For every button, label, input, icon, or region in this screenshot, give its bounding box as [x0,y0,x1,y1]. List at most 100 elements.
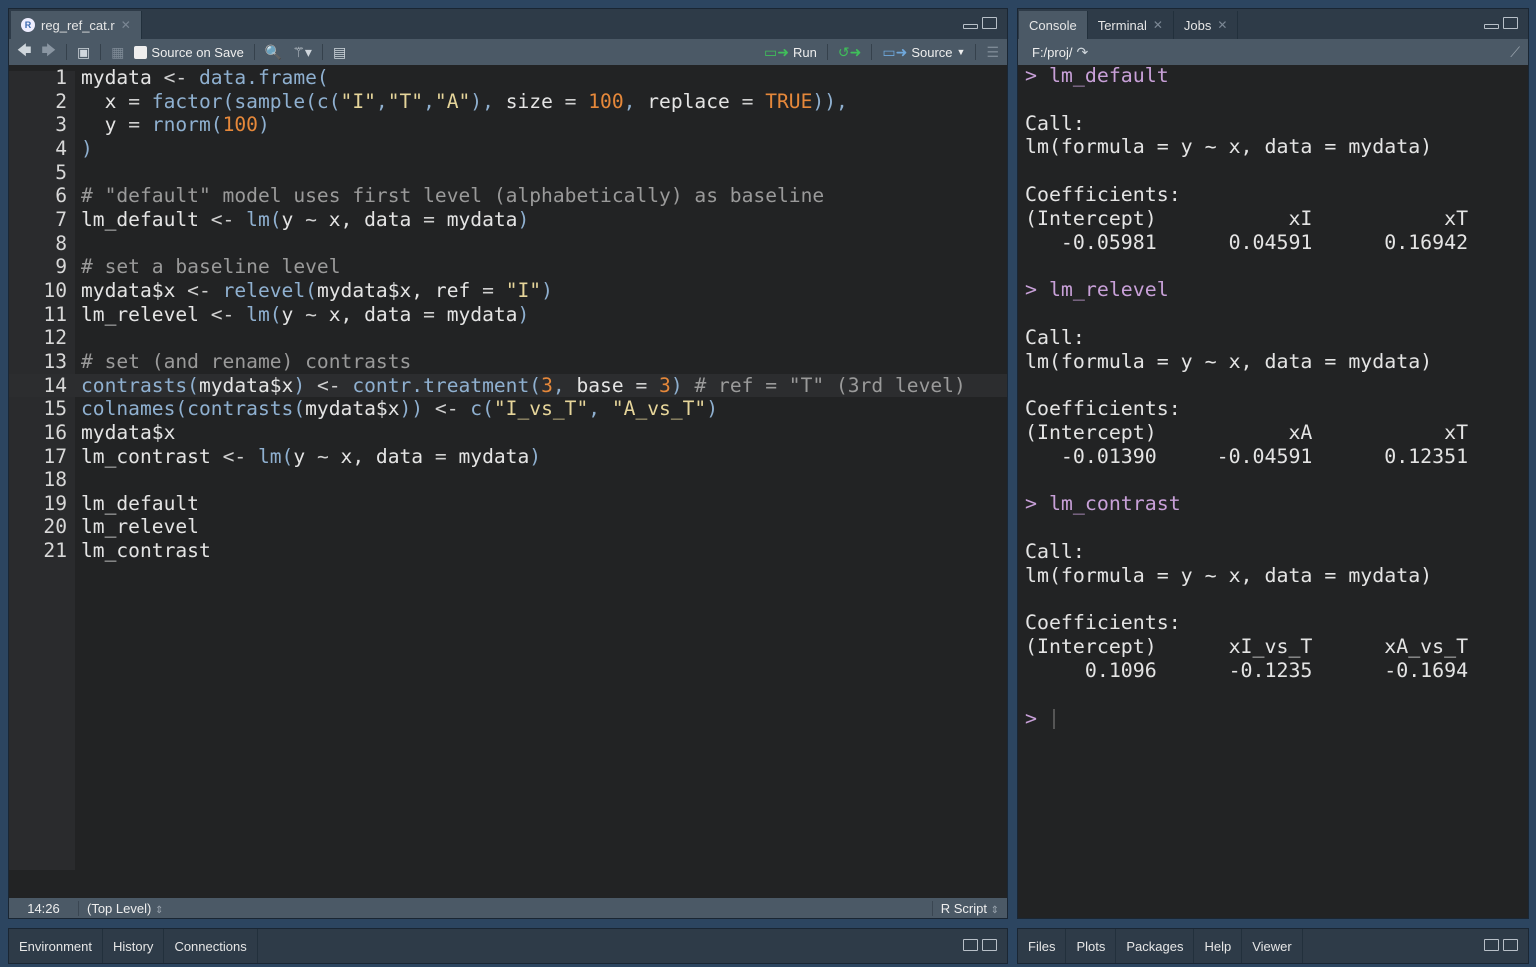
line-number: 8 [55,231,67,255]
show-in-window-icon[interactable]: ▣ [77,44,90,61]
code-token: rnorm( [151,113,223,137]
line-text: lm_default [67,492,199,516]
code-token: "T" [387,89,424,113]
code-token: y [281,302,306,326]
line-text: contrasts(mydata$x) <- contr.treatment(3… [67,374,966,398]
tab-plots[interactable]: Plots [1066,929,1117,963]
code-token: mydata [81,66,164,89]
source-on-save-checkbox[interactable]: Source on Save [134,45,244,60]
code-token: x, data [328,302,424,326]
console-output-line: (Intercept) xI_vs_T xA_vs_T [1025,635,1493,659]
search-icon[interactable]: 🔍 [265,44,282,61]
restore-icon[interactable] [1484,939,1499,951]
maximize-icon[interactable] [1503,939,1518,951]
tab-environment[interactable]: Environment [9,929,103,963]
r-file-icon: R [21,18,35,32]
console-output-line: Coefficients: [1025,397,1181,421]
filetype-selector[interactable]: R Script ⇕ [931,900,1007,916]
tab-viewer[interactable]: Viewer [1242,929,1303,963]
forward-arrow-icon[interactable]: 🡆 [41,40,55,64]
console-toolbar: F:/proj/ ↷ ⟋ [1018,39,1528,65]
close-tab-icon[interactable]: ✕ [1153,18,1163,32]
code-token: lm_relevel [81,302,211,326]
tab-label: Environment [19,938,92,954]
code-token: )) [399,397,435,421]
maximize-icon[interactable] [982,17,997,29]
code-token: lm( [246,207,282,231]
line-number: 12 [43,326,67,350]
console-command: > lm_default [1025,64,1169,87]
back-arrow-icon[interactable]: 🡄 [17,40,31,64]
console-output[interactable]: > lm_default Call: lm(formula = y ~ x, dat… [1025,64,1528,730]
code-line: 10 mydata$x <- relevel(mydata$x, ref = "I… [9,279,1007,303]
close-tab-icon[interactable]: ✕ [121,18,131,32]
save-icon[interactable]: ▦ [111,44,124,61]
console-tabbar: Console Terminal ✕ Jobs ✕ [1018,9,1528,39]
maximize-icon[interactable] [982,939,997,951]
outline-icon[interactable]: ☰ [986,44,999,61]
line-text: lm_default <- lm(y ~ x, data = mydata) [67,208,529,232]
run-button[interactable]: ▭➜ Run [764,44,817,61]
magic-wand-icon[interactable]: ⚚▾ [292,44,312,61]
code-token: = [564,89,589,113]
code-line: 7 lm_default <- lm(y ~ x, data = mydata) [9,208,1007,232]
tab-jobs[interactable]: Jobs ✕ [1174,11,1239,39]
source-on-save-label: Source on Save [151,44,244,60]
source-button[interactable]: ▭➜ Source ▼ [882,44,965,61]
console-output-line: lm(formula = y ~ x, data = mydata) [1025,349,1433,373]
code-token: base [576,373,636,397]
code-token: <- [187,278,223,302]
tab-console[interactable]: Console [1019,11,1088,39]
line-number: 2 [55,89,67,113]
line-number: 13 [43,349,67,373]
line-text: lm_relevel <- lm(y ~ x, data = mydata) [67,303,529,327]
line-number: 3 [55,113,67,137]
code-token: <- [210,207,247,231]
close-tab-icon[interactable]: ✕ [1217,18,1227,32]
code-token: lm( [246,302,282,326]
tab-connections[interactable]: Connections [164,929,258,963]
tab-packages[interactable]: Packages [1116,929,1195,963]
editor-status-bar: 14:26 (Top Level) ⇕ R Script ⇕ [9,898,1007,918]
tab-history[interactable]: History [103,929,165,963]
window-controls [963,939,997,951]
code-editor[interactable]: 1 mydata <- data.frame(2 x = factor(sampl… [9,66,1007,563]
tab-label: Plots [1076,938,1106,954]
code-token: size [505,89,565,113]
console-output-line: Coefficients: [1025,611,1181,635]
restore-icon[interactable] [963,939,978,951]
tab-files[interactable]: Files [1018,929,1067,963]
source-icon: ▭➜ [882,43,908,60]
tab-reg-ref-cat[interactable]: R reg_ref_cat.r ✕ [11,11,142,39]
code-line: 19 lm_default [9,492,1007,516]
tab-label: Help [1204,938,1232,954]
console-output-line: -0.05981 0.04591 0.16942 [1025,230,1493,254]
code-line: 12 [9,326,1007,350]
line-text: colnames(contrasts(mydata$x)) <- c("I_vs… [67,397,718,421]
code-line: 1 mydata <- data.frame( [9,66,1007,90]
working-directory: F:/proj/ [1032,44,1073,60]
minimize-icon[interactable] [1484,24,1499,29]
rerun-icon[interactable]: ↺➜ [838,44,861,61]
chevron-down-icon[interactable]: ▼ [957,47,966,57]
source-label: Source [911,44,953,60]
window-controls [963,17,997,29]
minimize-icon[interactable] [963,24,978,29]
code-line: 9 # set a baseline level [9,255,1007,279]
compile-notebook-icon[interactable]: ▤ [333,44,346,61]
code-token: ) [529,444,542,468]
code-token: , [588,397,612,421]
go-to-directory-icon[interactable]: ↷ [1076,44,1088,61]
scope-selector[interactable]: (Top Level) ⇕ [79,901,932,916]
maximize-icon[interactable] [1503,17,1518,29]
code-token: y [281,207,306,231]
tab-label: Viewer [1252,938,1292,954]
tab-terminal[interactable]: Terminal ✕ [1088,11,1174,39]
tab-help[interactable]: Help [1194,929,1243,963]
code-token: lm_contrast [81,539,211,563]
clear-console-broom-icon[interactable]: ⟋ [1510,44,1520,61]
